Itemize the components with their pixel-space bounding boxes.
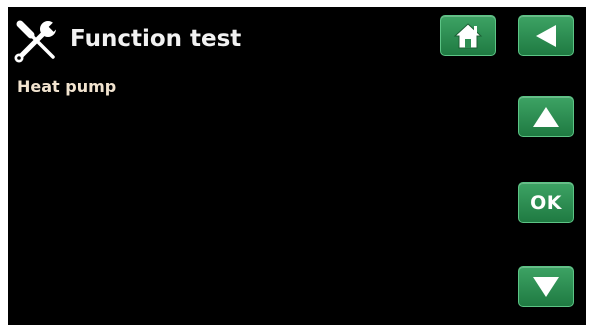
up-arrow-icon bbox=[533, 106, 559, 127]
home-button[interactable] bbox=[440, 15, 496, 56]
down-button[interactable] bbox=[518, 266, 574, 307]
ok-button[interactable]: OK bbox=[518, 182, 574, 223]
wrench-screwdriver-icon bbox=[14, 20, 61, 63]
menu-item-heat-pump[interactable]: Heat pump bbox=[17, 75, 116, 99]
ok-label: OK bbox=[530, 191, 562, 214]
up-button[interactable] bbox=[518, 96, 574, 137]
back-button[interactable] bbox=[518, 15, 574, 56]
back-arrow-icon bbox=[536, 24, 556, 47]
down-arrow-icon bbox=[533, 276, 559, 297]
page-title: Function test bbox=[70, 26, 242, 52]
function-test-screen: Function test Heat pump OK bbox=[8, 7, 586, 325]
home-icon bbox=[453, 22, 483, 48]
